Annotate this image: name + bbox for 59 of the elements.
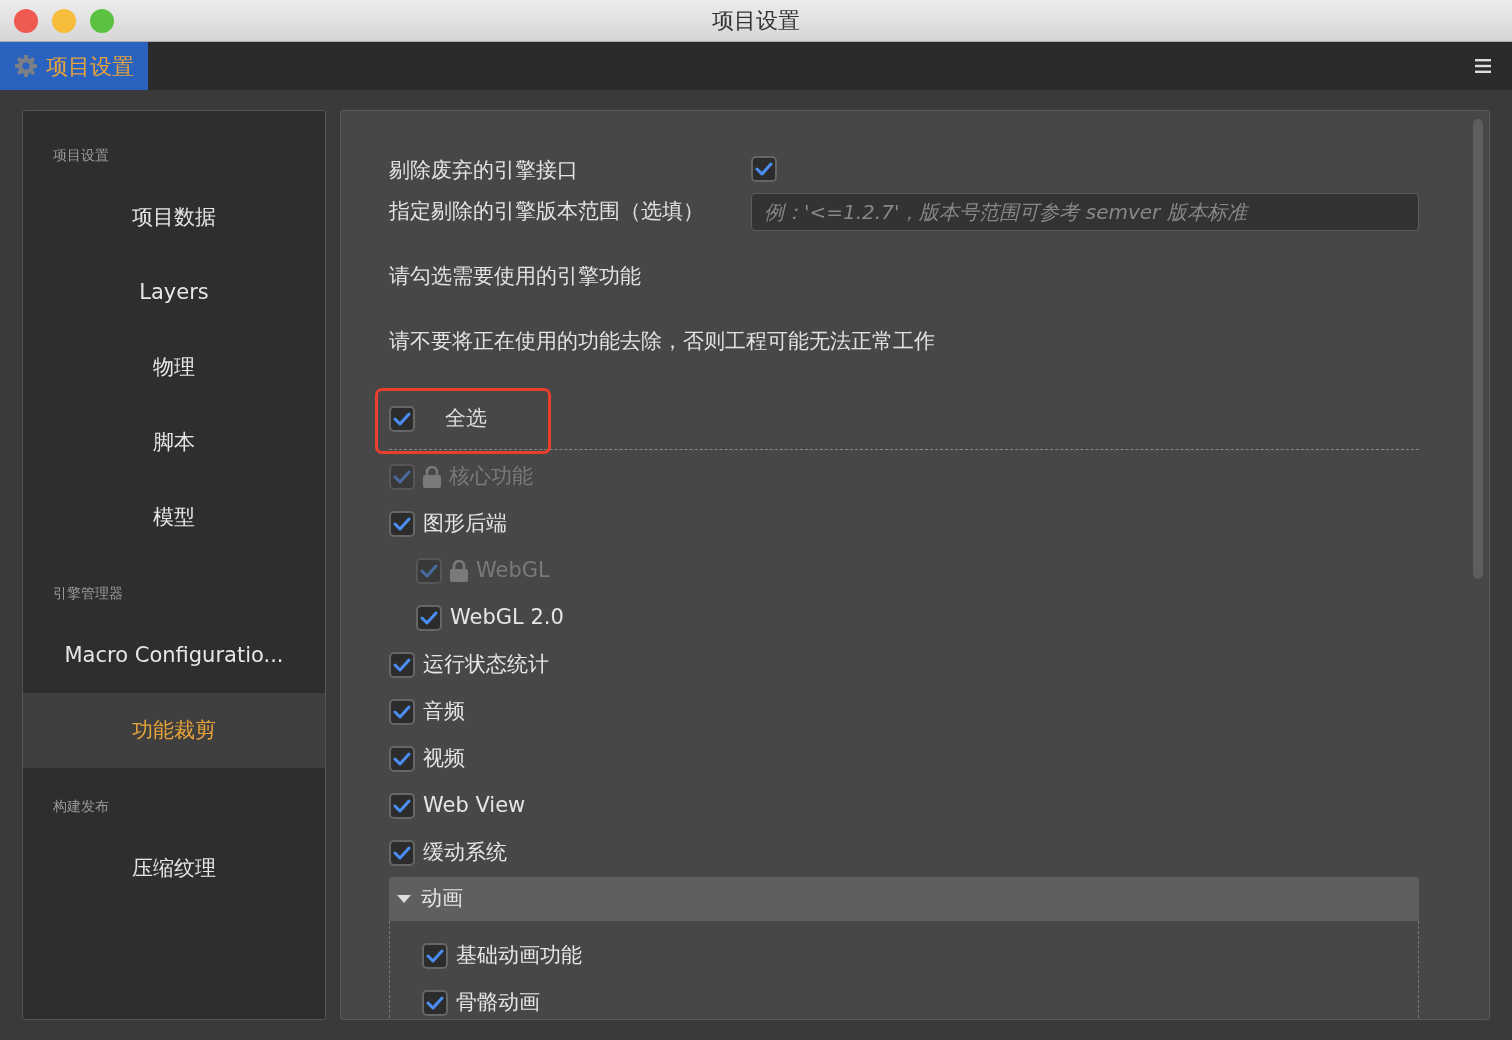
checkbox[interactable]: [389, 746, 415, 772]
zoom-dot-icon[interactable]: [90, 9, 114, 33]
checkmark-icon: [426, 948, 444, 964]
section-heading: 构建发布: [53, 798, 109, 814]
checkbox[interactable]: [389, 840, 415, 866]
checkbox[interactable]: [751, 156, 777, 182]
version-range-field[interactable]: 例：'<=1.2.7'，版本号范围可参考 semver 版本标准: [751, 192, 1419, 231]
caret-icon: [397, 893, 411, 904]
checkmark-icon: [393, 751, 411, 767]
sidebar-item[interactable]: 项目数据: [23, 180, 325, 255]
feature-label: 运行状态统计: [423, 651, 549, 679]
checkmark-icon: [755, 161, 773, 177]
checkmark-icon: [393, 704, 411, 720]
hint-text: 请勾选需要使用的引擎功能: [389, 262, 642, 290]
setting-label: 指定剔除的引擎版本范围（选填）: [389, 197, 705, 225]
checkmark-icon: [393, 469, 411, 485]
checkbox[interactable]: [389, 406, 415, 432]
feature-label: 视频: [423, 745, 465, 773]
group-header[interactable]: 动画: [389, 876, 1419, 921]
sidebar-item[interactable]: Layers: [23, 255, 325, 330]
checkbox[interactable]: [416, 605, 442, 631]
checkbox[interactable]: [389, 652, 415, 678]
checkmark-icon: [426, 995, 444, 1011]
checkbox[interactable]: [389, 699, 415, 725]
hint-text: 请不要将正在使用的功能去除，否则工程可能无法正常工作: [389, 328, 936, 355]
feature-label: 基础动画功能: [456, 942, 582, 970]
sidebar-item[interactable]: Macro Configuratio...: [23, 618, 325, 693]
sidebar-item[interactable]: 压缩纹理: [23, 831, 325, 906]
feature-label: WebGL 2.0: [450, 604, 564, 632]
checkbox[interactable]: [416, 558, 442, 584]
sidebar-item[interactable]: 脚本: [23, 405, 325, 480]
sidebar-item[interactable]: 物理: [23, 330, 325, 405]
checkmark-icon: [420, 610, 438, 626]
close-dot-icon[interactable]: [14, 9, 38, 33]
checkbox[interactable]: [389, 511, 415, 537]
feature-label: 骨骼动画: [456, 989, 540, 1017]
setting-label: 剔除废弃的引擎接口: [389, 157, 579, 184]
select-all-label: 全选: [445, 405, 487, 433]
checkmark-icon: [393, 798, 411, 814]
feature-label: Web View: [423, 792, 526, 820]
feature-label: 缓动系统: [423, 839, 507, 867]
checkmark-icon: [420, 563, 438, 579]
checkbox[interactable]: [422, 943, 448, 969]
checkbox[interactable]: [389, 793, 415, 819]
section-heading: 引擎管理器: [53, 585, 123, 601]
feature-label: 图形后端: [423, 510, 507, 538]
section-heading: 项目设置: [53, 147, 109, 163]
checkmark-icon: [393, 845, 411, 861]
checkbox[interactable]: [422, 990, 448, 1016]
sidebar-item[interactable]: 功能裁剪: [23, 693, 325, 768]
checkmark-icon: [393, 657, 411, 673]
feature-label: 音频: [423, 698, 465, 726]
sidebar-item[interactable]: 模型: [23, 480, 325, 555]
minimize-dot-icon[interactable]: [52, 9, 76, 33]
checkbox[interactable]: [389, 464, 415, 490]
checkmark-icon: [393, 411, 411, 427]
checkmark-icon: [393, 516, 411, 532]
menu-icon[interactable]: [1475, 59, 1491, 73]
window-title: 项目设置: [712, 8, 800, 33]
